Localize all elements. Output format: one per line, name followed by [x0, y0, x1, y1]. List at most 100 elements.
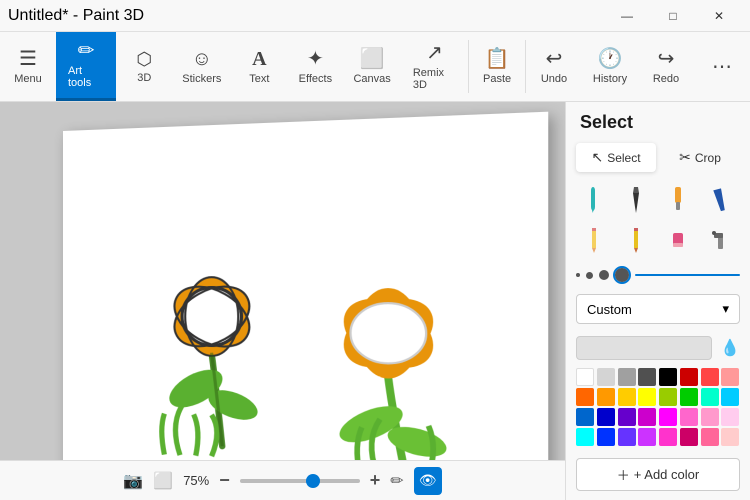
color-swatch[interactable] — [659, 368, 677, 386]
color-swatch[interactable] — [721, 408, 739, 426]
paste-label: Paste — [483, 73, 511, 85]
text-icon: A — [252, 49, 266, 69]
canvas-button[interactable]: ⬜ Canvas — [343, 32, 400, 101]
panel-tabs: ↖ Select ✂ Crop — [566, 139, 750, 176]
effects-button[interactable]: ✦ Effects — [287, 32, 343, 101]
brush-paint[interactable] — [660, 182, 696, 218]
redo-button[interactable]: ↪ Redo — [638, 32, 694, 101]
frame-icon[interactable]: ⬜ — [153, 471, 173, 491]
undo-button[interactable]: ↩ Undo — [526, 32, 582, 101]
size-xlarge[interactable] — [615, 268, 629, 282]
menu-button[interactable]: ☰ Menu — [0, 32, 56, 101]
3d-icon: ⬡ — [136, 50, 152, 68]
color-swatch[interactable] — [638, 408, 656, 426]
text-button[interactable]: A Text — [231, 32, 287, 101]
color-swatch[interactable] — [618, 388, 636, 406]
color-swatch[interactable] — [576, 408, 594, 426]
color-swatch[interactable] — [618, 428, 636, 446]
undo-icon: ↩ — [546, 49, 563, 69]
remix3d-button[interactable]: ↗ Remix 3D — [401, 32, 468, 101]
size-small[interactable] — [576, 273, 580, 277]
more-button[interactable]: ⋯ — [694, 32, 750, 101]
color-swatch[interactable] — [701, 408, 719, 426]
color-swatch[interactable] — [680, 388, 698, 406]
add-color-button[interactable]: ＋ + Add color — [576, 458, 740, 491]
remix3d-icon: ↗ — [426, 43, 443, 63]
canvas-area[interactable]: 📷 ⬜ 75% − + ✏ 👁 — [0, 102, 565, 500]
paste-icon: 📋 — [485, 49, 510, 69]
color-swatch[interactable] — [701, 388, 719, 406]
pencil-icon[interactable]: ✏ — [390, 471, 403, 491]
color-swatch[interactable] — [721, 428, 739, 446]
menu-label: Menu — [14, 73, 42, 85]
zoom-slider[interactable] — [240, 479, 360, 483]
color-swatch[interactable] — [701, 428, 719, 446]
select-tab-label: Select — [607, 151, 640, 165]
maximize-button[interactable]: □ — [650, 0, 696, 32]
toolbar: ☰ Menu ✏ Art tools ⬡ 3D ☺ Stickers A Tex… — [0, 32, 750, 102]
select-tab-icon: ↖ — [591, 149, 603, 166]
color-swatch[interactable] — [618, 408, 636, 426]
app-title: Untitled* - Paint 3D — [8, 7, 144, 25]
color-swatch[interactable] — [659, 428, 677, 446]
color-swatch[interactable] — [638, 388, 656, 406]
stickers-button[interactable]: ☺ Stickers — [172, 32, 231, 101]
color-swatch[interactable] — [576, 428, 594, 446]
brush-pencil1[interactable] — [576, 222, 612, 258]
art-tools-button[interactable]: ✏ Art tools — [56, 32, 116, 101]
3d-button[interactable]: ⬡ 3D — [116, 32, 172, 101]
close-button[interactable]: ✕ — [696, 0, 742, 32]
title-bar: Untitled* - Paint 3D — □ ✕ — [0, 0, 750, 32]
size-large[interactable] — [599, 270, 609, 280]
color-swatch[interactable] — [701, 368, 719, 386]
color-swatch[interactable] — [638, 368, 656, 386]
color-swatch[interactable] — [721, 388, 739, 406]
eyedropper-button[interactable]: 💧 — [720, 338, 740, 358]
undo-label: Undo — [541, 73, 567, 85]
brush-spray[interactable] — [702, 222, 738, 258]
paste-button[interactable]: 📋 Paste — [469, 32, 525, 101]
brush-pen[interactable] — [618, 182, 654, 218]
color-swatch[interactable] — [597, 408, 615, 426]
color-swatch[interactable] — [597, 368, 615, 386]
zoom-thumb[interactable] — [306, 474, 320, 488]
zoom-percentage: 75% — [183, 473, 209, 488]
tab-crop[interactable]: ✂ Crop — [660, 143, 740, 172]
drawing-canvas[interactable] — [63, 112, 548, 491]
color-swatch[interactable] — [680, 368, 698, 386]
color-swatch[interactable] — [576, 368, 594, 386]
eye-button[interactable]: 👁 — [414, 467, 442, 495]
color-swatch[interactable] — [597, 388, 615, 406]
main-area: 📷 ⬜ 75% − + ✏ 👁 Select ↖ Select ✂ Crop — [0, 102, 750, 500]
size-medium[interactable] — [586, 272, 593, 279]
color-swatch[interactable] — [659, 408, 677, 426]
color-mode-dropdown[interactable]: Custom ▾ — [576, 294, 740, 324]
brush-eraser[interactable] — [660, 222, 696, 258]
brush-calligraphy[interactable] — [702, 182, 738, 218]
brush-marker[interactable] — [576, 182, 612, 218]
3d-label: 3D — [137, 72, 151, 84]
chevron-down-icon: ▾ — [722, 301, 729, 317]
color-swatch[interactable] — [721, 368, 739, 386]
color-swatch[interactable] — [680, 428, 698, 446]
tab-select[interactable]: ↖ Select — [576, 143, 656, 172]
history-button[interactable]: 🕐 History — [582, 32, 638, 101]
color-swatch[interactable] — [618, 368, 636, 386]
zoom-out-icon[interactable]: − — [219, 470, 230, 491]
more-icon: ⋯ — [712, 57, 732, 77]
crop-tab-icon: ✂ — [679, 149, 691, 166]
color-preview-bar[interactable] — [576, 336, 712, 360]
zoom-in-icon[interactable]: + — [370, 470, 381, 491]
bottom-bar: 📷 ⬜ 75% − + ✏ 👁 — [0, 460, 565, 500]
color-swatch[interactable] — [638, 428, 656, 446]
brush-pencil2[interactable] — [618, 222, 654, 258]
color-swatch[interactable] — [597, 428, 615, 446]
camera-icon[interactable]: 📷 — [123, 471, 143, 491]
window-controls: — □ ✕ — [604, 0, 742, 32]
color-swatch[interactable] — [576, 388, 594, 406]
color-swatch[interactable] — [659, 388, 677, 406]
minimize-button[interactable]: — — [604, 0, 650, 32]
stickers-label: Stickers — [182, 73, 221, 85]
color-swatch[interactable] — [680, 408, 698, 426]
crop-tab-label: Crop — [695, 151, 721, 165]
